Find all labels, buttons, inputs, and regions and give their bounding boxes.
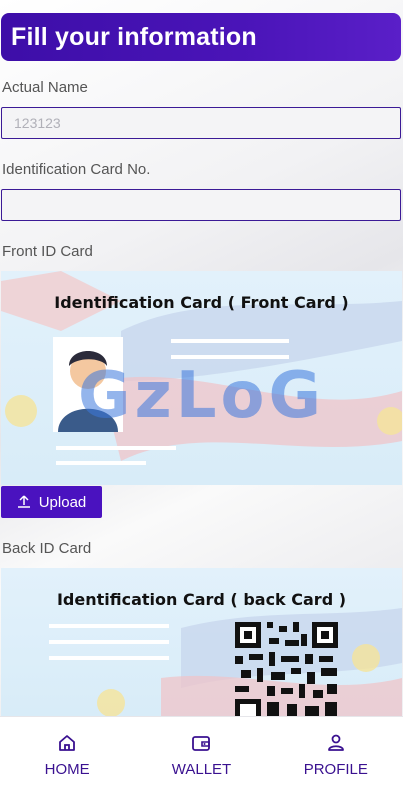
upload-icon <box>17 495 31 509</box>
id-number-label: Identification Card No. <box>2 161 151 178</box>
front-id-card-image[interactable]: Identification Card ( Front Card ) GzLoG <box>1 271 402 485</box>
nav-home-label: HOME <box>44 761 90 778</box>
actual-name-input[interactable] <box>1 107 401 139</box>
nav-home[interactable]: HOME <box>7 733 127 778</box>
actual-name-label: Actual Name <box>2 79 88 96</box>
nav-profile[interactable]: PROFILE <box>276 733 396 778</box>
back-id-label: Back ID Card <box>2 540 92 557</box>
nav-profile-label: PROFILE <box>303 761 368 778</box>
wallet-icon <box>191 733 211 757</box>
upload-label: Upload <box>38 493 87 511</box>
bottom-navigation: HOME WALLET PROFILE <box>0 716 403 794</box>
back-id-card-image[interactable]: Identification Card ( back Card ) <box>1 568 402 716</box>
back-card-title: Identification Card ( back Card ) <box>56 590 347 609</box>
nav-wallet-label: WALLET <box>171 761 232 778</box>
id-number-input[interactable] <box>1 189 401 221</box>
page-title: Fill your information <box>11 22 257 51</box>
watermark-logo: GzLoG <box>77 359 326 433</box>
profile-icon <box>326 733 346 757</box>
front-id-label: Front ID Card <box>2 243 93 260</box>
front-card-title: Identification Card ( Front Card ) <box>54 293 349 312</box>
home-icon <box>57 733 77 757</box>
nav-wallet[interactable]: WALLET <box>141 733 261 778</box>
page-header: Fill your information <box>1 13 401 61</box>
upload-button[interactable]: Upload <box>1 486 102 518</box>
